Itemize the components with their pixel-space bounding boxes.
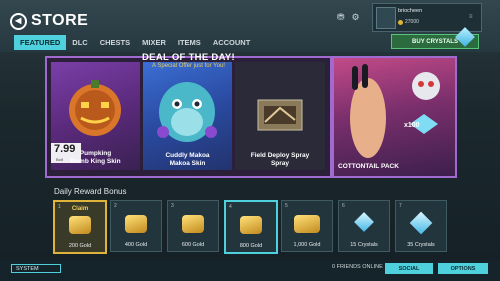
day-6-marker: 6 — [342, 203, 345, 209]
deal-of-the-day-panel: 7.99 Bolt Pumpking Bomb King Skin Cuddly… — [45, 56, 332, 178]
chest-icon[interactable]: ⛃ — [337, 12, 345, 23]
reward-day-4[interactable]: 4 800 Gold — [224, 200, 278, 254]
gold-icon — [69, 216, 91, 234]
gear-icon[interactable]: ⚙ — [352, 12, 360, 23]
avatar — [376, 7, 396, 29]
reward-day-6[interactable]: 6 15 Crystals — [338, 200, 390, 252]
store-tabs: FEATURED DLC CHESTS MIXER ITEMS ACCOUNT — [14, 35, 256, 50]
tab-featured[interactable]: FEATURED — [14, 35, 67, 50]
day-2-marker: 2 — [114, 203, 117, 209]
day-7-marker: 7 — [399, 203, 402, 209]
reward-label: 600 Gold — [181, 242, 205, 248]
reward-day-7[interactable]: 7 35 Crystals — [395, 200, 447, 252]
day-3-marker: 3 — [171, 203, 174, 209]
top-icons: ⛃ ⚙ — [337, 12, 360, 23]
day-4-marker: 4 — [229, 204, 232, 210]
daily-reward-row: 1 Claim 200 Gold 2 400 Gold 3 600 Gold 4… — [53, 200, 453, 254]
deal-item-name: Field Deploy Spray Spray — [250, 152, 310, 167]
reward-label: 200 Gold — [68, 243, 92, 249]
tab-dlc[interactable]: DLC — [66, 35, 93, 50]
reward-label: 800 Gold — [239, 243, 263, 249]
coin-icon — [398, 19, 403, 25]
deal-item-name: Cuddly Makoa Makoa Skin — [165, 152, 210, 167]
options-button[interactable]: OPTIONS — [438, 263, 488, 274]
reward-day-1[interactable]: 1 Claim 200 Gold — [53, 200, 107, 254]
reward-day-5[interactable]: 5 1,000 Gold — [281, 200, 333, 252]
tab-mixer[interactable]: MIXER — [136, 35, 172, 50]
store-title-text: STORE — [31, 12, 89, 29]
tab-account[interactable]: ACCOUNT — [207, 35, 257, 50]
menu-icon[interactable]: ≡ — [469, 14, 473, 20]
reward-label: 15 Crystals — [350, 242, 378, 248]
friends-online-status: 0 FRIENDS ONLINE — [332, 264, 383, 270]
gold-icon — [125, 215, 147, 233]
currency-display: 27000 — [398, 19, 419, 25]
tab-chests[interactable]: CHESTS — [94, 35, 136, 50]
reward-day-3[interactable]: 3 600 Gold — [167, 200, 219, 252]
currency-amount: 27000 — [405, 19, 419, 25]
cottontail-pack-card[interactable]: x100 COTTONTAIL PACK — [332, 56, 457, 178]
cottontail-crystal-count: x100 — [404, 122, 420, 129]
reward-label: 35 Crystals — [407, 242, 435, 248]
day-5-marker: 5 — [285, 203, 288, 209]
deal-subtitle: A Special Offer just for You! — [152, 63, 225, 69]
social-button[interactable]: SOCIAL — [385, 263, 433, 274]
cottontail-art — [350, 64, 440, 158]
reward-day-2[interactable]: 2 400 Gold — [110, 200, 162, 252]
crystal-icon — [409, 211, 433, 235]
gold-icon — [182, 215, 204, 233]
deal-card-spray[interactable]: Field Deploy Spray Spray — [235, 62, 325, 170]
deal-card-makoa[interactable]: Cuddly Makoa Makoa Skin — [143, 62, 232, 170]
daily-reward-title: Daily Reward Bonus — [54, 187, 127, 196]
store-title: ◀ STORE — [10, 12, 88, 30]
deal-item-name: Pumpking Bomb King Skin — [70, 150, 121, 165]
reward-label: 1,000 Gold — [293, 242, 321, 248]
username: briocheen — [398, 8, 423, 14]
reward-label: 400 Gold — [124, 242, 148, 248]
deal-card-pumpking[interactable]: 7.99 Bolt Pumpking Bomb King Skin — [51, 62, 140, 170]
back-icon[interactable]: ◀ — [10, 12, 27, 30]
gold-bag-icon — [294, 215, 320, 233]
crystal-icon — [354, 212, 374, 232]
tab-items[interactable]: ITEMS — [172, 35, 207, 50]
cottontail-pack-label: COTTONTAIL PACK — [338, 163, 399, 170]
system-button[interactable]: SYSTEM — [11, 264, 61, 273]
gold-icon — [240, 216, 262, 234]
claim-label[interactable]: Claim — [55, 206, 105, 212]
deal-title: DEAL OF THE DAY! — [142, 52, 235, 63]
